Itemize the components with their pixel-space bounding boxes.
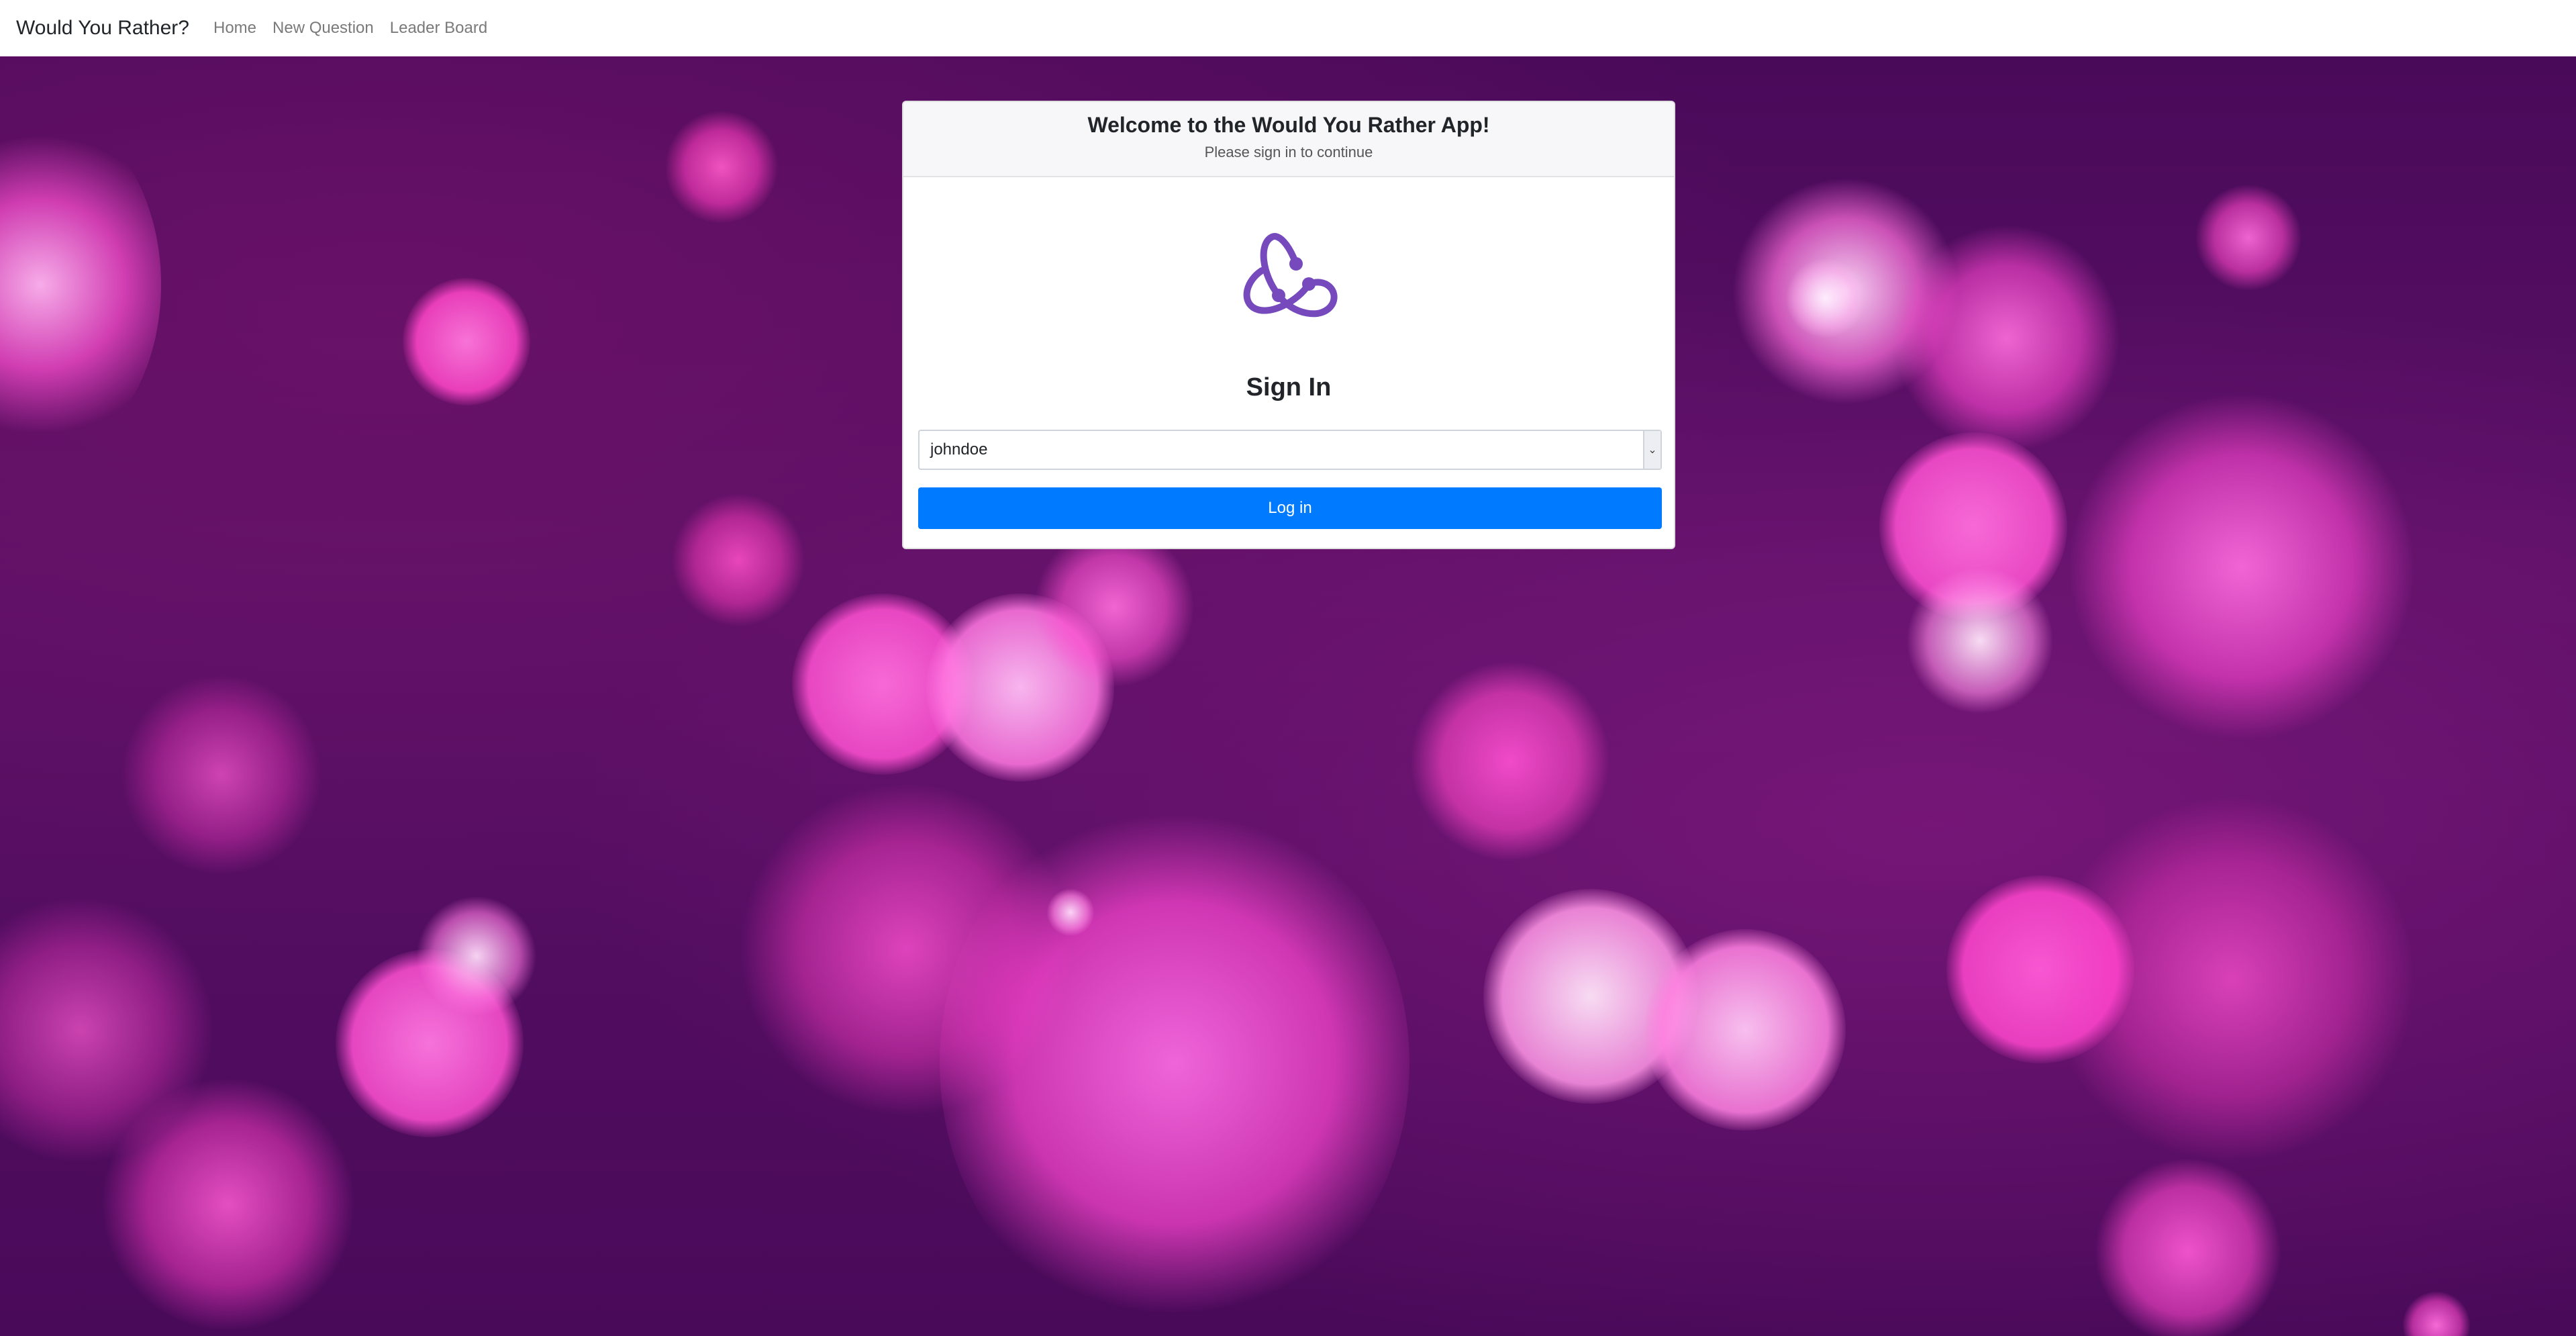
bokeh-circle xyxy=(2195,184,2302,291)
bokeh-circle xyxy=(0,110,161,459)
user-select-value: johndoe xyxy=(930,440,988,459)
welcome-subtitle: Please sign in to continue xyxy=(1204,144,1373,160)
nav-leader-board-link[interactable]: Leader Board xyxy=(390,19,487,38)
bokeh-circle xyxy=(121,674,322,875)
bokeh-circle xyxy=(1906,567,2054,714)
bokeh-circle xyxy=(2094,1157,2282,1336)
welcome-title: Welcome to the Would You Rather App! xyxy=(1087,113,1490,137)
bokeh-circle xyxy=(940,795,1409,1332)
bokeh-circle xyxy=(2403,1292,2470,1336)
bokeh-circle xyxy=(1047,889,1094,936)
bokeh-circle xyxy=(1034,526,1195,687)
bokeh-circle xyxy=(664,110,779,224)
bokeh-circle xyxy=(403,278,530,405)
chevron-down-icon[interactable]: ⌄ xyxy=(1643,431,1661,469)
nav-home-link[interactable]: Home xyxy=(213,19,256,38)
bokeh-circle xyxy=(416,896,537,1016)
bokeh-circle xyxy=(1409,661,1611,862)
bokeh-circle xyxy=(2047,795,2416,1164)
bokeh-circle xyxy=(2067,392,2416,741)
redux-logo-icon xyxy=(1243,233,1338,318)
sign-in-heading: Sign In xyxy=(1246,373,1332,401)
login-button[interactable]: Log in xyxy=(918,487,1662,529)
logo-container xyxy=(903,220,1674,348)
card-header: Welcome to the Would You Rather App! Ple… xyxy=(903,102,1674,177)
bokeh-circle xyxy=(671,493,805,627)
top-navbar: Would You Rather? Home New Question Lead… xyxy=(0,0,2576,56)
user-select[interactable]: johndoe ⌄ xyxy=(918,430,1662,470)
bokeh-circle xyxy=(1644,929,1846,1131)
nav-new-question-link[interactable]: New Question xyxy=(273,19,374,38)
bokeh-circle xyxy=(1893,224,2121,452)
brand-link[interactable]: Would You Rather? xyxy=(16,17,189,40)
bokeh-circle xyxy=(1785,258,1866,338)
login-card: Welcome to the Would You Rather App! Ple… xyxy=(902,101,1675,549)
